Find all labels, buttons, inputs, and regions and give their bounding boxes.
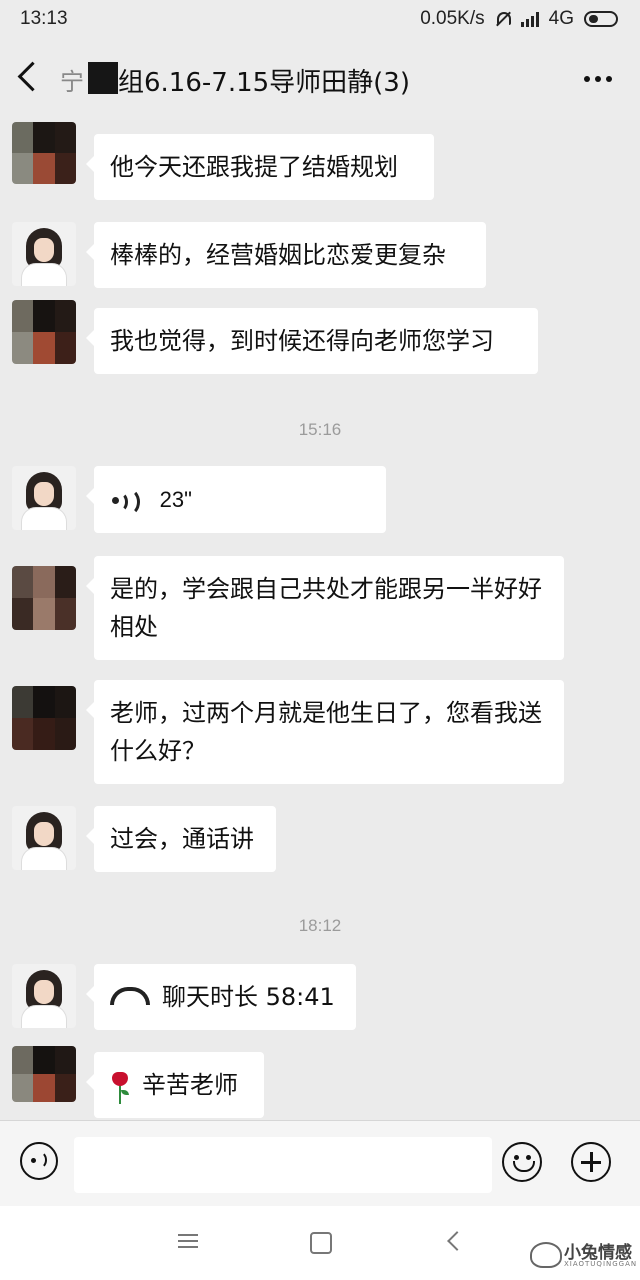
timestamp: 15:16: [298, 420, 342, 439]
member-avatar[interactable]: [12, 300, 76, 364]
status-icons: 0.05K/s 4G: [420, 8, 618, 30]
status-bar: 13:13 0.05K/s 4G: [0, 0, 640, 40]
teacher-avatar[interactable]: [12, 466, 76, 530]
message-bubble[interactable]: 是的，学会跟自己共处才能跟另一半好好相处: [86, 556, 564, 660]
phone-handset-icon: [110, 987, 150, 1005]
network-speed: 0.05K/s: [420, 8, 485, 29]
message-bubble[interactable]: 过会，通话讲: [86, 806, 276, 872]
watermark-logo-icon: [530, 1242, 562, 1268]
member-avatar[interactable]: [12, 686, 76, 750]
teacher-avatar[interactable]: [12, 964, 76, 1028]
watermark: 小兔情感 XIAOTUQINGGAN: [530, 1236, 636, 1272]
network-type: 4G: [548, 8, 574, 29]
message-bubble[interactable]: 他今天还跟我提了结婚规划: [86, 134, 434, 200]
emoji-icon[interactable]: [502, 1142, 542, 1182]
member-avatar[interactable]: [12, 1046, 76, 1102]
call-record-bubble[interactable]: 聊天时长 58:41: [86, 964, 356, 1030]
message-bubble[interactable]: 棒棒的，经营婚姻比恋爱更复杂: [86, 222, 486, 288]
message-bubble[interactable]: 老师，过两个月就是他生日了，您看我送什么好？: [86, 680, 564, 784]
teacher-avatar[interactable]: [12, 806, 76, 870]
message-text: 过会，通话讲: [110, 825, 254, 853]
more-dots-icon[interactable]: [584, 76, 612, 82]
call-duration-text: 聊天时长 58:41: [162, 983, 335, 1011]
back-icon[interactable]: [447, 1231, 467, 1251]
message-text: 辛苦老师: [142, 1071, 238, 1099]
watermark-subtext: XIAOTUQINGGAN: [564, 1260, 638, 1268]
title-prefix: 宁: [60, 68, 84, 96]
voice-wave-icon: [110, 486, 140, 516]
home-icon[interactable]: [310, 1232, 332, 1254]
message-bubble[interactable]: 我也觉得，到时候还得向老师您学习: [86, 308, 538, 374]
message-text: 他今天还跟我提了结婚规划: [110, 153, 398, 181]
member-avatar[interactable]: [12, 566, 76, 630]
timestamp: 18:12: [298, 916, 342, 935]
message-text: 老师，过两个月就是他生日了，您看我送什么好？: [110, 699, 542, 765]
voice-duration: 23": [159, 487, 192, 512]
status-time: 13:13: [20, 8, 68, 29]
chat-header: 宁 组6.16-7.15导师田静(3): [0, 40, 640, 120]
back-arrow-icon[interactable]: [17, 61, 48, 92]
input-bar: [0, 1120, 640, 1207]
rose-icon: [110, 1070, 130, 1104]
voice-input-icon[interactable]: [20, 1142, 58, 1180]
menu-icon[interactable]: [178, 1234, 198, 1248]
message-text: 我也觉得，到时候还得向老师您学习: [110, 327, 494, 355]
member-avatar[interactable]: [12, 122, 76, 184]
message-text: 棒棒的，经营婚姻比恋爱更复杂: [110, 241, 446, 269]
teacher-avatar[interactable]: [12, 222, 76, 286]
message-bubble[interactable]: 辛苦老师: [86, 1052, 264, 1118]
battery-icon: [584, 11, 618, 27]
message-text: 是的，学会跟自己共处才能跟另一半好好相处: [110, 575, 542, 641]
chat-title: 组6.16-7.15导师田静(3): [118, 68, 410, 98]
mute-bell-icon: [495, 11, 511, 27]
voice-message-bubble[interactable]: 23": [86, 466, 386, 533]
signal-icon: [520, 11, 539, 27]
plus-icon[interactable]: [571, 1142, 611, 1182]
redaction-block: [88, 62, 118, 94]
message-input[interactable]: [74, 1137, 492, 1193]
system-nav-bar: 小兔情感 XIAOTUQINGGAN: [0, 1206, 640, 1280]
